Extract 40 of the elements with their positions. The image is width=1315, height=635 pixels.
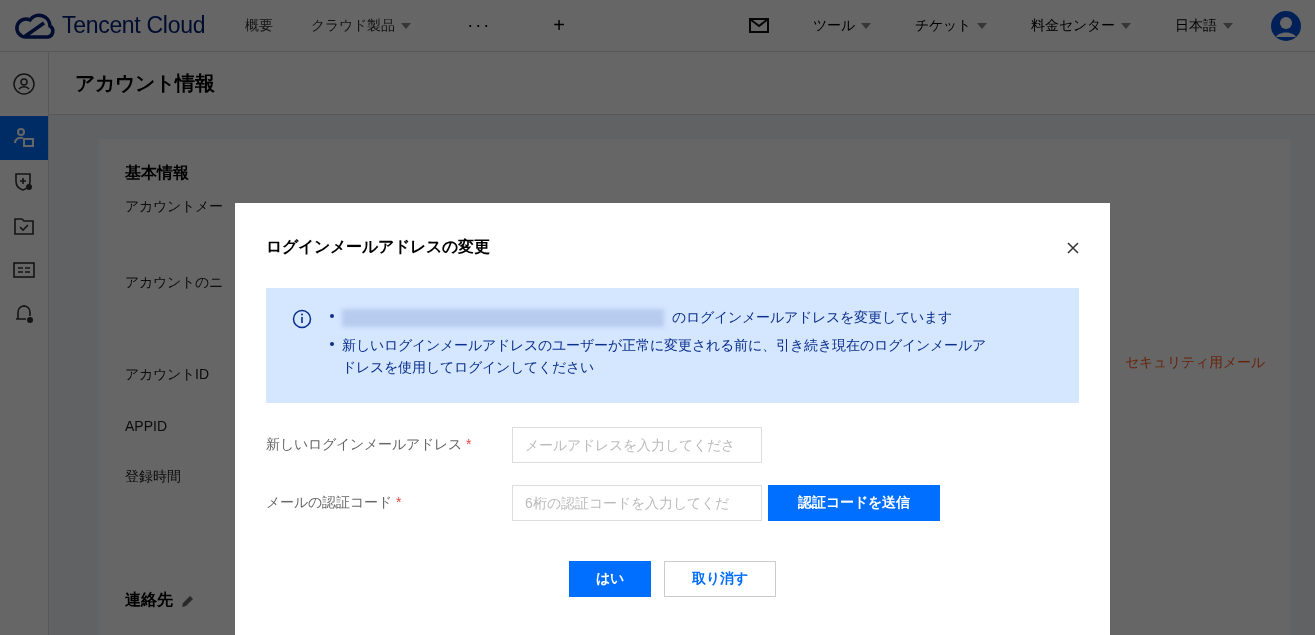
logo-text[interactable]: Tencent Cloud xyxy=(62,12,206,39)
nav-menu-item[interactable]: クラウド製品 xyxy=(311,16,412,35)
sidebar-item[interactable] xyxy=(0,116,48,160)
field-label: アカウントメー xyxy=(125,198,223,216)
pencil-icon[interactable] xyxy=(181,593,195,608)
required-mark: * xyxy=(466,436,472,452)
mail-icon[interactable] xyxy=(749,18,769,33)
field-label: 登録時間 xyxy=(125,468,181,486)
more-button[interactable]: ··· xyxy=(461,14,498,37)
notice-text: のログインメールアドレスを変更しています xyxy=(672,309,952,325)
cancel-button[interactable]: 取り消す xyxy=(664,561,776,597)
nav-menu-item[interactable]: チケット xyxy=(915,16,987,35)
field-label: アカウントのニ xyxy=(125,274,223,292)
bullet-icon xyxy=(330,342,334,346)
add-button[interactable]: + xyxy=(547,13,571,38)
page-title: アカウント情報 xyxy=(75,70,215,96)
security-email-note: セキュリティ用メール xyxy=(1125,354,1265,372)
nav-menu-item[interactable]: 料金センター xyxy=(1031,16,1131,35)
nav-menu-item[interactable]: 日本語 xyxy=(1175,16,1233,35)
field-label: メールの認証コード xyxy=(266,494,392,510)
nav-menu-item[interactable]: 概要 xyxy=(245,16,274,35)
close-icon[interactable] xyxy=(1067,241,1079,254)
modal-title: ログインメールアドレスの変更 xyxy=(266,237,490,257)
id-card-user-icon xyxy=(12,126,36,150)
section-title: 基本情報 xyxy=(125,163,190,183)
input-field[interactable]: メールアドレスを入力してくださ xyxy=(512,427,762,463)
field-label: 新しいログインメールアドレス xyxy=(266,436,462,452)
field-label: APPID xyxy=(125,418,167,436)
field-label: アカウントID xyxy=(125,366,209,384)
bullet-icon xyxy=(330,314,334,318)
notice-text: 新しいログインメールアドレスのユーザーが正常に変更される前に、引き続き現在のログインメールアドレスを使用してログインしてください xyxy=(342,337,986,375)
info-icon xyxy=(292,309,312,329)
input-field[interactable]: 6桁の認証コードを入力してくだ xyxy=(512,485,762,521)
avatar-icon[interactable] xyxy=(1271,10,1301,41)
account-icon xyxy=(12,72,36,96)
required-mark: * xyxy=(396,494,402,510)
send-code-button[interactable]: 認証コードを送信 xyxy=(768,485,940,521)
confirm-button[interactable]: はい xyxy=(569,561,651,597)
section-title: 連絡先 xyxy=(125,590,173,610)
nav-menu-item[interactable]: ツール xyxy=(813,16,871,35)
